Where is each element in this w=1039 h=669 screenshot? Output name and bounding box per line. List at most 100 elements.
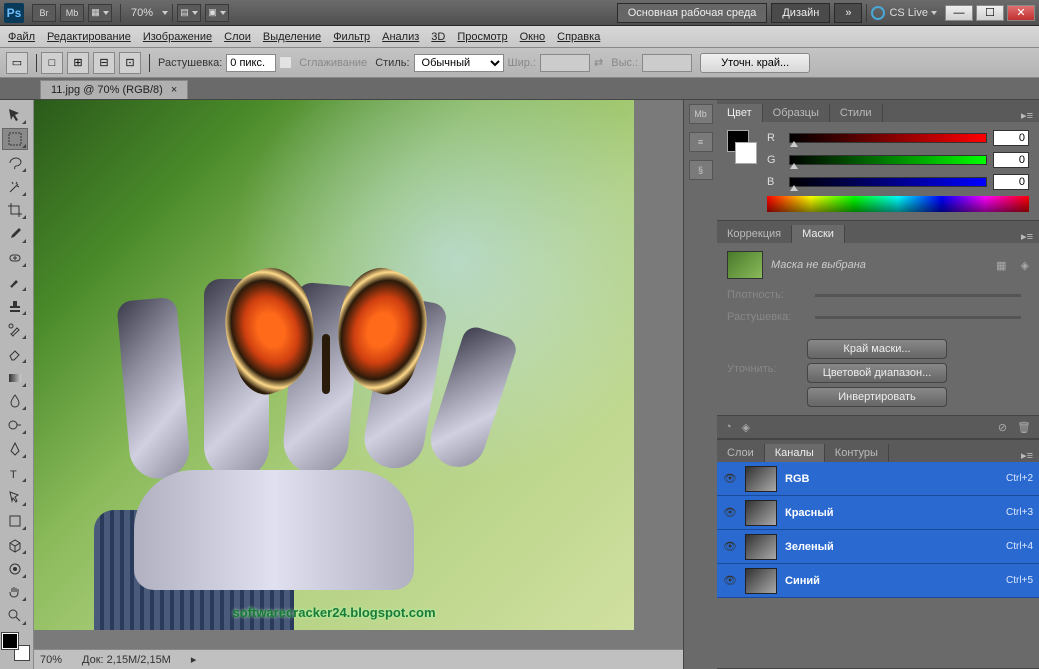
selection-new-icon[interactable]: □ (41, 52, 63, 74)
channel-row[interactable]: СинийCtrl+5 (717, 564, 1039, 598)
3d-camera-tool-icon[interactable] (2, 558, 28, 580)
maximize-button[interactable]: ☐ (976, 5, 1004, 21)
r-value-input[interactable] (993, 130, 1029, 146)
pen-tool-icon[interactable] (2, 438, 28, 460)
menu-layer[interactable]: Слои (224, 31, 251, 43)
status-arrow-icon[interactable]: ▸ (191, 653, 197, 666)
tab-masks[interactable]: Маски (792, 225, 845, 243)
arrange-docs-icon[interactable]: ▤ (177, 4, 201, 22)
menu-edit[interactable]: Редактирование (47, 31, 131, 43)
mask-edge-button[interactable]: Край маски... (807, 339, 947, 359)
bridge-icon[interactable]: Br (32, 4, 56, 22)
g-value-input[interactable] (993, 152, 1029, 168)
vector-mask-icon[interactable]: ◈ (1021, 259, 1029, 272)
color-bg-swatch[interactable] (735, 142, 757, 164)
dodge-tool-icon[interactable] (2, 414, 28, 436)
menu-view[interactable]: Просмотр (457, 31, 507, 43)
menu-select[interactable]: Выделение (263, 31, 321, 43)
eyedropper-tool-icon[interactable] (2, 223, 28, 245)
healing-tool-icon[interactable] (2, 247, 28, 269)
selection-intersect-icon[interactable]: ⊡ (119, 52, 141, 74)
menu-window[interactable]: Окно (520, 31, 546, 43)
channel-row[interactable]: КрасныйCtrl+3 (717, 496, 1039, 530)
document-tab-close-icon[interactable]: × (171, 84, 177, 96)
stamp-tool-icon[interactable] (2, 295, 28, 317)
screen-mode-icon[interactable]: ▣ (205, 4, 229, 22)
color-ramp[interactable] (767, 196, 1029, 212)
mask-apply-icon[interactable]: ◈ (742, 421, 750, 434)
zoom-display[interactable]: 70% (131, 7, 153, 19)
style-select[interactable]: Обычный (414, 54, 504, 72)
menu-analysis[interactable]: Анализ (382, 31, 419, 43)
move-tool-icon[interactable] (2, 104, 28, 126)
tab-color[interactable]: Цвет (717, 104, 763, 122)
3d-tool-icon[interactable] (2, 534, 28, 556)
invert-button[interactable]: Инвертировать (807, 387, 947, 407)
mask-load-selection-icon[interactable]: ◔ (725, 421, 732, 433)
view-extras-icon[interactable]: ▦ (88, 4, 112, 22)
menu-filter[interactable]: Фильтр (333, 31, 370, 43)
lasso-tool-icon[interactable] (2, 152, 28, 174)
selection-subtract-icon[interactable]: ⊟ (93, 52, 115, 74)
visibility-eye-icon[interactable] (723, 506, 737, 520)
color-range-button[interactable]: Цветовой диапазон... (807, 363, 947, 383)
pixel-mask-icon[interactable]: ▦ (996, 259, 1006, 272)
tab-adjustments[interactable]: Коррекция (717, 225, 792, 243)
dock-brush-icon[interactable]: § (689, 160, 713, 180)
menu-help[interactable]: Справка (557, 31, 600, 43)
tab-paths[interactable]: Контуры (825, 444, 889, 462)
cslive-button[interactable]: CS Live (871, 6, 937, 20)
history-brush-tool-icon[interactable] (2, 319, 28, 341)
document-canvas[interactable]: softwarecracker24.blogspot.com (34, 100, 634, 630)
zoom-dropdown-icon[interactable] (162, 11, 168, 15)
channel-row[interactable]: RGBCtrl+2 (717, 462, 1039, 496)
tab-styles[interactable]: Стили (830, 104, 883, 122)
dock-minibridge-icon[interactable]: Mb (689, 104, 713, 124)
workspace-more-icon[interactable]: » (834, 3, 862, 23)
minimize-button[interactable]: — (945, 5, 973, 21)
status-doc-size[interactable]: Док: 2,15M/2,15M (82, 654, 171, 666)
b-slider[interactable] (789, 177, 987, 187)
feather-input[interactable] (226, 54, 276, 72)
menu-image[interactable]: Изображение (143, 31, 212, 43)
document-tab[interactable]: 11.jpg @ 70% (RGB/8) × (40, 80, 188, 99)
visibility-eye-icon[interactable] (723, 540, 737, 554)
color-fg-bg[interactable] (2, 633, 30, 661)
status-zoom[interactable]: 70% (40, 654, 62, 666)
tool-preset-icon[interactable]: ▭ (6, 52, 28, 74)
menu-3d[interactable]: 3D (431, 31, 445, 43)
refine-edge-button[interactable]: Уточн. край... (700, 53, 810, 73)
blur-tool-icon[interactable] (2, 391, 28, 413)
panel-menu-icon[interactable]: ▸≡ (1015, 449, 1039, 462)
mask-delete-icon[interactable]: 🗑 (1017, 421, 1031, 434)
dock-history-icon[interactable]: ≡ (689, 132, 713, 152)
b-value-input[interactable] (993, 174, 1029, 190)
foreground-color-swatch[interactable] (2, 633, 18, 649)
minibridge-icon[interactable]: Mb (60, 4, 84, 22)
mask-disable-icon[interactable]: ⊘ (998, 421, 1007, 434)
hand-tool-icon[interactable] (2, 582, 28, 604)
eraser-tool-icon[interactable] (2, 343, 28, 365)
path-select-tool-icon[interactable] (2, 486, 28, 508)
gradient-tool-icon[interactable] (2, 367, 28, 389)
panel-menu-icon[interactable]: ▸≡ (1015, 230, 1039, 243)
shape-tool-icon[interactable] (2, 510, 28, 532)
wand-tool-icon[interactable] (2, 176, 28, 198)
menu-file[interactable]: Файл (8, 31, 35, 43)
visibility-eye-icon[interactable] (723, 574, 737, 588)
brush-tool-icon[interactable] (2, 271, 28, 293)
zoom-tool-icon[interactable] (2, 605, 28, 627)
visibility-eye-icon[interactable] (723, 472, 737, 486)
g-slider[interactable] (789, 155, 987, 165)
channel-row[interactable]: ЗеленыйCtrl+4 (717, 530, 1039, 564)
tab-layers[interactable]: Слои (717, 444, 765, 462)
crop-tool-icon[interactable] (2, 200, 28, 222)
selection-add-icon[interactable]: ⊞ (67, 52, 89, 74)
tab-channels[interactable]: Каналы (765, 444, 825, 462)
r-slider[interactable] (789, 133, 987, 143)
workspace-button-essentials[interactable]: Основная рабочая среда (617, 3, 768, 23)
panel-menu-icon[interactable]: ▸≡ (1015, 109, 1039, 122)
type-tool-icon[interactable]: T (2, 462, 28, 484)
workspace-button-design[interactable]: Дизайн (771, 3, 830, 23)
tab-swatches[interactable]: Образцы (763, 104, 830, 122)
